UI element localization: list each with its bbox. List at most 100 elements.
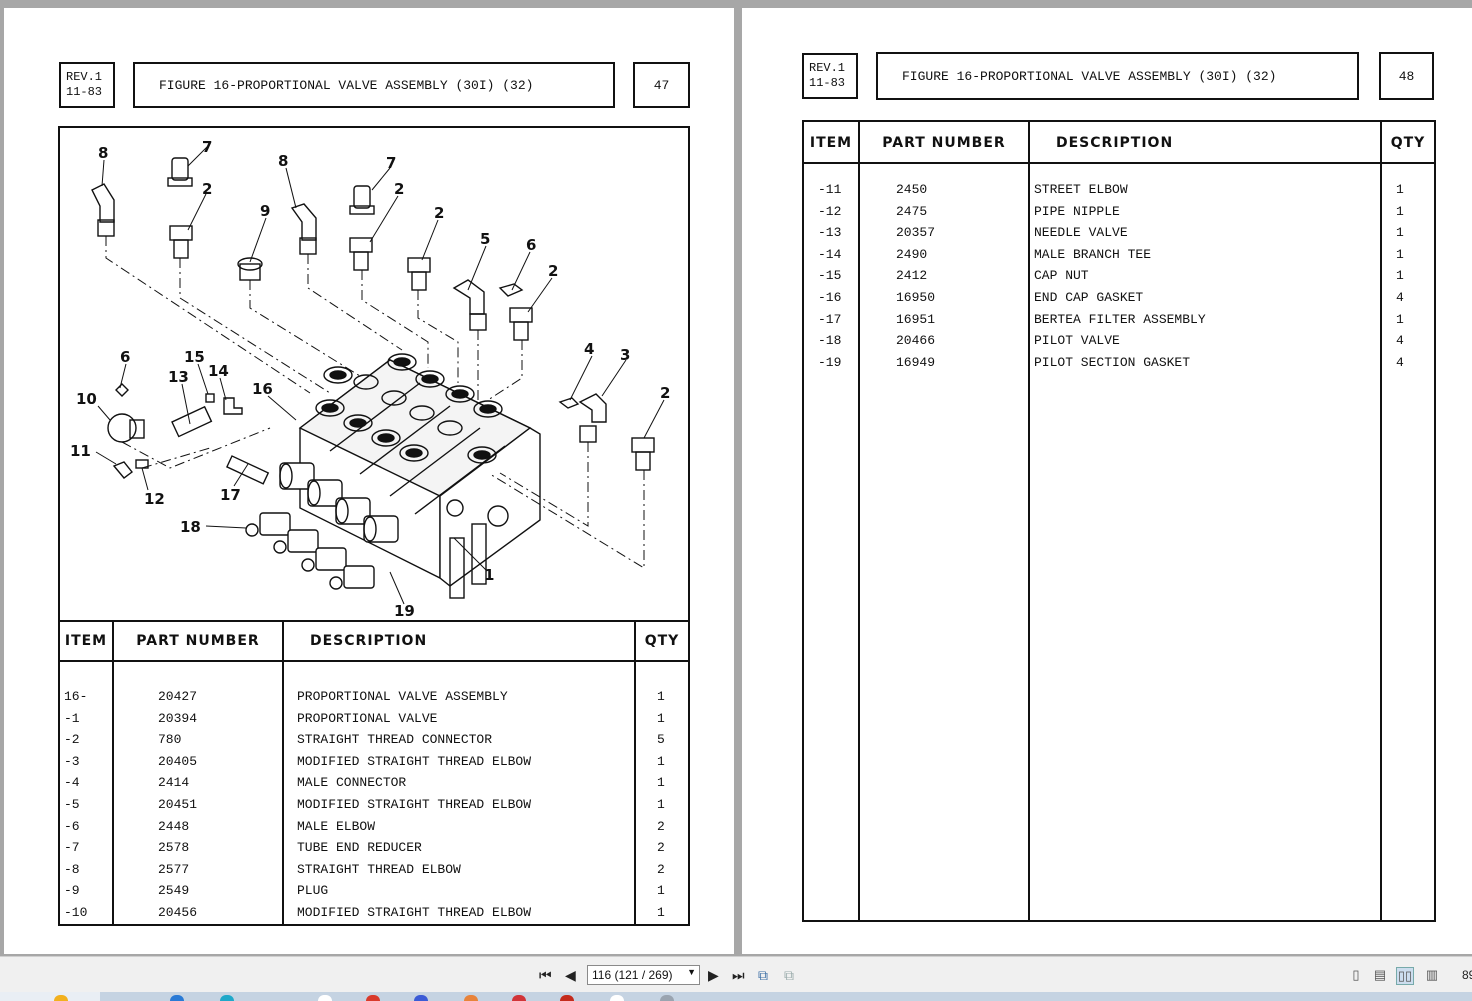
cell-qty: 4 [1396, 290, 1404, 305]
callout-10: 10 [76, 390, 97, 408]
taskbar-app-icon[interactable] [414, 995, 428, 1001]
facing-icon[interactable]: ▯▯ [1396, 967, 1414, 985]
cell-part: 780 [158, 732, 182, 748]
cell-item: -4 [64, 775, 80, 791]
revision-box: REV.1 11-83 [59, 62, 115, 108]
taskbar-app-icon[interactable] [660, 995, 674, 1001]
callout-9: 9 [260, 202, 270, 220]
cell-item: -6 [64, 818, 80, 834]
page-number-dropdown[interactable]: 116 (121 / 269) ▼ [587, 965, 700, 985]
table-row: -3 20405 MODIFIED STRAIGHT THREAD ELBOW 1 [60, 754, 688, 775]
table-row: -6 2448 MALE ELBOW 2 [60, 819, 688, 840]
page-number: 47 [653, 77, 670, 93]
callout-13: 13 [168, 368, 189, 386]
cell-item: -12 [818, 203, 842, 219]
parts-table-left: ITEM PART NUMBER DESCRIPTION QTY 16- 2042… [58, 620, 690, 926]
table-row: -17 16951 BERTEA FILTER ASSEMBLY 1 [804, 312, 1434, 333]
continuous-facing-icon[interactable]: ▥ [1424, 967, 1440, 983]
table-row: -9 2549 PLUG 1 [60, 883, 688, 904]
callout-2: 2 [394, 180, 404, 198]
cell-qty: 1 [1396, 225, 1404, 241]
taskbar-app-icon[interactable] [464, 995, 478, 1001]
taskbar-app-icon[interactable] [54, 995, 68, 1001]
page-number: 48 [1398, 68, 1415, 84]
cell-part: 20456 [158, 905, 198, 920]
figure-title: FIGURE 16-PROPORTIONAL VALVE ASSEMBLY (3… [159, 77, 534, 93]
cell-desc: NEEDLE VALVE [1034, 225, 1128, 241]
document-page-left: REV.1 11-83 FIGURE 16-PROPORTIONAL VALVE… [4, 8, 734, 954]
cell-desc: PROPORTIONAL VALVE [297, 710, 438, 726]
cell-item: -17 [818, 311, 842, 327]
cell-item: 16- [64, 689, 88, 704]
table-row: -19 16949 PILOT SECTION GASKET 4 [804, 355, 1434, 376]
first-page-icon[interactable]: ⏮ [539, 966, 552, 984]
cell-part: 2490 [896, 246, 928, 262]
last-page-icon[interactable]: ⏭ [732, 966, 745, 984]
cell-qty: 1 [1396, 203, 1404, 219]
callout-2: 2 [660, 384, 670, 402]
revision-box: REV.1 11-83 [802, 53, 858, 99]
table-row: -4 2414 MALE CONNECTOR 1 [60, 775, 688, 796]
taskbar-app-icon[interactable] [170, 995, 184, 1001]
callout-18: 18 [180, 518, 201, 536]
cell-part: 2549 [158, 883, 190, 899]
cell-part: 2414 [158, 775, 190, 791]
taskbar-app-icon[interactable] [366, 995, 380, 1001]
cell-part: 20357 [896, 225, 936, 241]
table-row: -18 20466 PILOT VALVE 4 [804, 333, 1434, 354]
cell-part: 16950 [896, 290, 936, 305]
cell-item: -13 [818, 225, 842, 241]
taskbar-active-app[interactable] [0, 992, 100, 1001]
taskbar-app-icon[interactable] [220, 995, 234, 1001]
cell-part: 2448 [158, 818, 190, 834]
table-row: -10 20456 MODIFIED STRAIGHT THREAD ELBOW 1 [60, 905, 688, 926]
zoom-level[interactable]: 89 [1462, 968, 1472, 982]
callout-2: 2 [202, 180, 212, 198]
figure-title-box: FIGURE 16-PROPORTIONAL VALVE ASSEMBLY (3… [876, 52, 1359, 100]
callout-7: 7 [202, 138, 212, 156]
cell-qty: 1 [657, 710, 665, 726]
cell-desc: MODIFIED STRAIGHT THREAD ELBOW [297, 797, 532, 812]
cell-item: -7 [64, 840, 80, 856]
cell-qty: 1 [1396, 311, 1404, 327]
cell-item: -18 [818, 333, 842, 349]
callout-2: 2 [434, 204, 444, 222]
table-row: -7 2578 TUBE END REDUCER 2 [60, 840, 688, 861]
cell-qty: 1 [1396, 246, 1404, 262]
header-part-number: PART NUMBER [882, 135, 1006, 151]
continuous-icon[interactable]: ▤ [1372, 967, 1388, 983]
cell-item: -15 [818, 268, 842, 284]
next-view-icon[interactable]: ⧉ [784, 966, 794, 984]
taskbar-app-icon[interactable] [610, 995, 624, 1001]
cell-item: -19 [818, 354, 842, 370]
cell-item: -5 [64, 797, 80, 812]
table-row: -12 2475 PIPE NIPPLE 1 [804, 204, 1434, 225]
callout-1: 1 [484, 566, 494, 584]
table-row: -15 2412 CAP NUT 1 [804, 268, 1434, 289]
document-page-right: REV.1 11-83 FIGURE 16-PROPORTIONAL VALVE… [742, 8, 1472, 954]
cell-desc: STREET ELBOW [1034, 182, 1128, 197]
cell-desc: MALE CONNECTOR [297, 775, 407, 791]
cell-qty: 1 [1396, 182, 1404, 197]
page-number-box: 47 [633, 62, 690, 108]
next-page-icon[interactable]: ▶ [708, 966, 719, 984]
header-rule [60, 660, 688, 662]
callout-19: 19 [394, 602, 415, 620]
single-page-icon[interactable]: ▯ [1348, 967, 1364, 983]
taskbar-app-icon[interactable] [560, 995, 574, 1001]
cell-part: 20427 [158, 689, 198, 704]
callout-14: 14 [208, 362, 229, 380]
prev-page-icon[interactable]: ◀ [565, 966, 576, 984]
table-row: -16 16950 END CAP GASKET 4 [804, 290, 1434, 311]
cell-part: 2577 [158, 861, 190, 877]
table-row: -5 20451 MODIFIED STRAIGHT THREAD ELBOW 1 [60, 797, 688, 818]
taskbar-app-icon[interactable] [512, 995, 526, 1001]
taskbar-app-icon[interactable] [318, 995, 332, 1001]
cell-item: -10 [64, 905, 88, 920]
cell-qty: 1 [657, 775, 665, 791]
chevron-down-icon: ▼ [687, 967, 696, 977]
cell-part: 2412 [896, 268, 928, 284]
prev-view-icon[interactable]: ⧉ [758, 966, 768, 984]
cell-desc: STRAIGHT THREAD CONNECTOR [297, 732, 493, 748]
cell-qty: 4 [1396, 333, 1404, 349]
